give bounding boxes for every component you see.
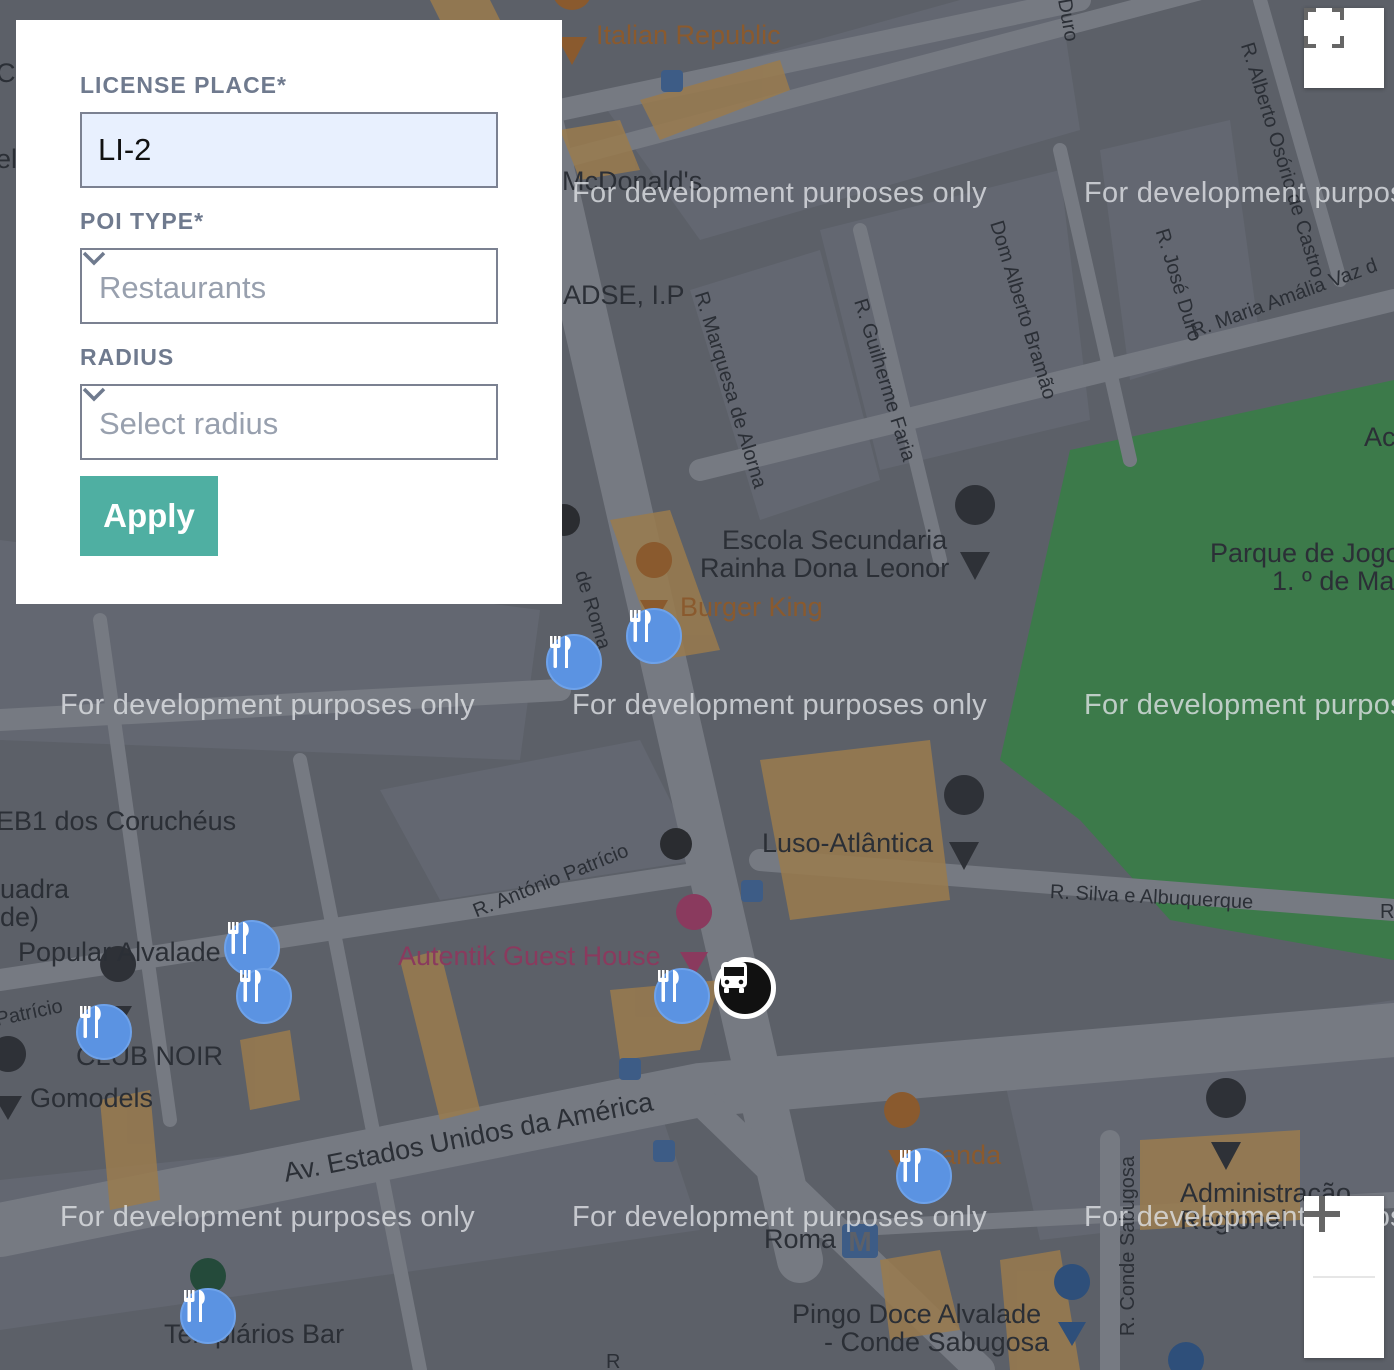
radius-label: RADIUS — [80, 344, 175, 370]
poi-type-value: Restaurants — [99, 270, 267, 305]
watermark-text: For development purposes only — [572, 177, 987, 209]
license-place-label: LICENSE PLACE* — [80, 72, 287, 98]
bus-stop-glyph — [653, 1140, 675, 1162]
place-label-escola-line2: Rainha Dona Leonor — [700, 553, 950, 583]
fork-knife-icon — [184, 1290, 205, 1322]
watermark-text: For development purposes only — [572, 689, 987, 721]
zoom-control — [1304, 1196, 1384, 1358]
watermark-text: For development purposes only — [1084, 689, 1394, 721]
place-label-quadra-line2: de) — [0, 902, 40, 932]
restaurant-marker[interactable] — [180, 1288, 236, 1344]
building — [240, 1030, 300, 1110]
watermark-text: For development purposes only — [572, 1201, 987, 1233]
restaurant-marker[interactable] — [654, 968, 710, 1024]
place-label-pingo-line1: Pingo Doce Alvalade — [792, 1299, 1042, 1329]
chevron-down-icon — [82, 251, 106, 266]
place-label-luso: Luso-Atlântica — [762, 828, 934, 858]
place-label-escola-line1: Escola Secundaria — [722, 525, 948, 555]
minus-icon — [1304, 1211, 1340, 1217]
restaurant-marker[interactable] — [896, 1148, 952, 1204]
bus-icon — [721, 962, 747, 993]
bus-stop-glyph — [661, 70, 683, 92]
fork-knife-icon — [900, 1150, 921, 1182]
map-canvas[interactable]: M Italian Republic McDonald's ADSE, I.P … — [0, 0, 1394, 1370]
vehicle-marker[interactable] — [714, 957, 776, 1019]
restaurant-marker[interactable] — [224, 920, 280, 976]
fork-knife-icon — [658, 970, 679, 1002]
restaurant-marker[interactable] — [236, 968, 292, 1024]
pin-icon — [944, 775, 985, 870]
place-label-parque-line1: Parque de Jogo — [1210, 538, 1394, 568]
street-label-r-bottom: R — [606, 1351, 621, 1370]
location-dot[interactable] — [660, 828, 692, 860]
place-label-ac: Ac — [1364, 422, 1394, 452]
place-label-parque-line2: 1. º de Ma — [1272, 566, 1394, 596]
radius-placeholder: Select radius — [99, 406, 279, 441]
fullscreen-button[interactable] — [1304, 8, 1384, 88]
place-label-quadra-line1: uadra — [0, 874, 70, 904]
watermark-text: For development purposes only — [1084, 177, 1394, 209]
place-label-eb1: EB1 dos Coruchéus — [0, 806, 237, 836]
zoom-out-button[interactable] — [1304, 1211, 1384, 1358]
poi-type-select[interactable]: Restaurants — [80, 248, 498, 324]
fork-knife-icon — [240, 970, 261, 1002]
building — [400, 950, 480, 1120]
restaurant-marker[interactable] — [626, 608, 682, 664]
place-label-pingo-line2: - Conde Sabugosa — [824, 1327, 1050, 1357]
license-place-input[interactable] — [80, 112, 498, 188]
place-label-italian-republic: Italian Republic — [596, 20, 781, 50]
bus-stop-glyph — [741, 880, 763, 902]
fork-knife-icon — [228, 922, 249, 954]
place-label-burger-king: Burger King — [680, 592, 823, 622]
pin-icon — [955, 485, 996, 580]
fork-knife-icon — [550, 636, 571, 668]
filter-panel: LICENSE PLACE* POI TYPE* Restaurants RAD… — [16, 20, 562, 604]
place-label-autentik: Autentik Guest House — [398, 941, 661, 971]
fork-knife-icon — [80, 1006, 101, 1038]
place-label-gomodels: Gomodels — [30, 1083, 154, 1113]
bus-stop-glyph — [619, 1058, 641, 1080]
watermark-text: For development purposes only — [60, 689, 475, 721]
watermark-text: For development purposes only — [60, 1201, 475, 1233]
pin-icon — [0, 1036, 27, 1120]
shopping-pin-icon — [1168, 1342, 1204, 1370]
fork-knife-icon — [630, 610, 651, 642]
place-label-adse: ADSE, I.P — [563, 280, 685, 310]
restaurant-marker[interactable] — [546, 634, 602, 690]
chevron-down-icon — [82, 387, 106, 402]
place-label-el: el — [0, 144, 18, 174]
street-label-r-right: R — [1380, 901, 1394, 923]
poi-type-label: POI TYPE* — [80, 208, 205, 234]
fullscreen-icon — [1304, 8, 1344, 48]
apply-button[interactable]: Apply — [80, 476, 218, 556]
street-label-conde-sabugosa: R. Conde Sabugosa — [1117, 1155, 1140, 1337]
radius-select[interactable]: Select radius — [80, 384, 498, 460]
building — [430, 0, 500, 20]
place-label-popular: Popular Alvalade — [18, 937, 221, 967]
restaurant-marker[interactable] — [76, 1004, 132, 1060]
